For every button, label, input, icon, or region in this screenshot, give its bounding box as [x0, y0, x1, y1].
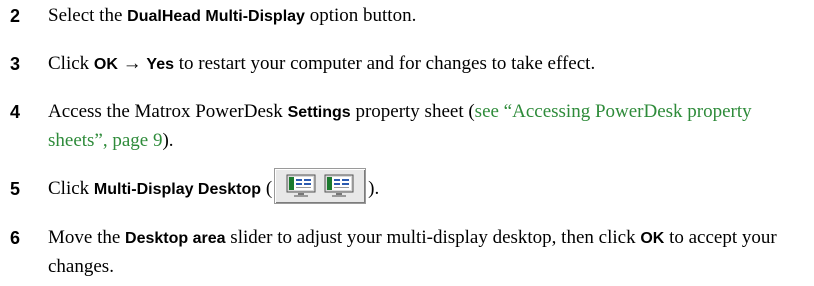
step-number: 5	[10, 179, 21, 199]
yes-label: Yes	[146, 56, 175, 73]
step-text: Select the DualHead Multi-Display option…	[48, 5, 417, 26]
step-text: Click OK → Yes to restart your computer …	[48, 53, 596, 74]
ok-label: OK	[640, 230, 665, 247]
step-number: 4	[10, 102, 21, 122]
step-text: Click Multi-Display Desktop ().	[48, 167, 808, 204]
desktop-area-label: Desktop area	[125, 230, 226, 247]
arrow-icon: →	[117, 53, 147, 74]
step-number: 3	[10, 54, 21, 74]
step-text: Access the Matrox PowerDesk Settings pro…	[48, 101, 752, 151]
monitor-icon	[324, 174, 354, 197]
multi-display-desktop-icon	[274, 167, 367, 204]
settings-label: Settings	[287, 104, 351, 121]
option-name: DualHead Multi-Display	[127, 8, 305, 25]
step-number: 2	[10, 6, 21, 26]
step-text: Move the Desktop area slider to adjust y…	[48, 227, 777, 277]
multi-display-desktop-label: Multi-Display Desktop	[93, 181, 262, 198]
monitor-icon	[286, 174, 316, 197]
step-number: 6	[10, 228, 21, 248]
ok-label: OK	[93, 56, 118, 73]
